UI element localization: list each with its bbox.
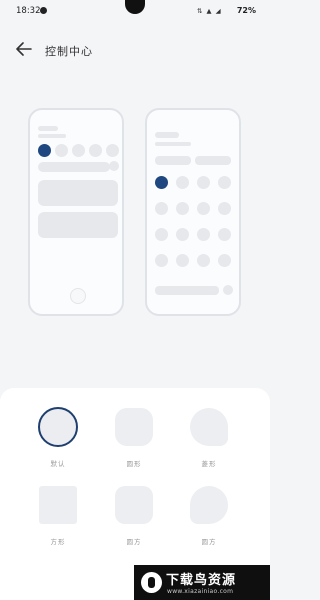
toggle-circle: [72, 144, 85, 157]
toggle-circle: [218, 254, 231, 267]
watermark-brand: 下载鸟资源: [166, 573, 237, 588]
toggle-circle: [197, 202, 210, 215]
toggle-circle: [155, 202, 168, 215]
shape-label: 圆形: [126, 460, 142, 468]
back-arrow-icon[interactable]: [16, 42, 32, 56]
placeholder-slider: [155, 286, 219, 295]
shape-label: 方形: [50, 538, 66, 546]
placeholder-bar: [38, 134, 66, 138]
toggle-circle: [155, 254, 168, 267]
toggle-circle: [89, 144, 102, 157]
toggle-circle: [218, 228, 231, 241]
shape-option-default[interactable]: 默认: [31, 407, 85, 476]
toggle-circle: [55, 144, 68, 157]
battery-percentage: 72%: [236, 6, 256, 15]
watermark-url: www.xiazainiao.com: [167, 588, 234, 595]
shape-option-rounded[interactable]: 圆形: [107, 408, 161, 476]
shape-option-square[interactable]: 方形: [31, 486, 85, 554]
bird-logo-icon: [141, 572, 162, 593]
header: 控制中心: [0, 38, 270, 62]
watermark-banner: 下载鸟资源 www.xiazainiao.com: [134, 565, 270, 600]
signal-wifi-icon: ⇅ ▲ ◢: [197, 7, 222, 15]
toggle-circle-active: [155, 176, 168, 189]
toggle-circle: [218, 202, 231, 215]
shape-preview-rounded-square: [115, 486, 153, 524]
toggle-circle: [197, 228, 210, 241]
notification-icon: [40, 7, 47, 14]
shape-option-drop[interactable]: 圆方: [182, 486, 236, 554]
shape-preview-drop: [190, 486, 228, 524]
status-time: 18:32: [16, 6, 41, 16]
shape-preview-squircle: [115, 408, 153, 446]
slider-knob: [109, 161, 119, 171]
shape-preview-circle: [38, 407, 78, 447]
placeholder-pill: [195, 156, 231, 165]
shape-preview-leaf: [190, 408, 228, 446]
toggle-circle: [218, 176, 231, 189]
shape-label: 圆方: [201, 538, 217, 546]
preview-phone-grid: [145, 108, 241, 316]
toggle-circle-active: [38, 144, 51, 157]
shape-label: 默认: [50, 460, 66, 468]
toggle-circle: [155, 228, 168, 241]
toggle-circle: [197, 254, 210, 267]
slider-knob: [223, 285, 233, 295]
shape-preview-square: [39, 486, 77, 524]
camera-notch: [125, 0, 145, 14]
placeholder-bar: [155, 132, 179, 138]
placeholder-card: [38, 212, 118, 238]
placeholder-bar: [155, 142, 191, 146]
placeholder-card: [38, 180, 118, 206]
toggle-circle: [176, 228, 189, 241]
status-bar: 18:32 ⇅ ▲ ◢ 72%: [0, 0, 270, 24]
placeholder-pill: [155, 156, 191, 165]
toggle-circle: [197, 176, 210, 189]
home-button-icon: [70, 288, 86, 304]
toggle-circle: [176, 176, 189, 189]
placeholder-bar: [38, 126, 58, 131]
shape-label: 圆方: [126, 538, 142, 546]
toggle-circle: [176, 202, 189, 215]
page-title: 控制中心: [45, 45, 93, 58]
toggle-circle: [106, 144, 119, 157]
shape-option-rounded-square[interactable]: 圆方: [107, 486, 161, 554]
shape-option-diamond[interactable]: 菱形: [182, 408, 236, 476]
placeholder-slider: [38, 162, 110, 172]
preview-phone-standard: [28, 108, 124, 316]
toggle-circle: [176, 254, 189, 267]
shape-label: 菱形: [201, 460, 217, 468]
